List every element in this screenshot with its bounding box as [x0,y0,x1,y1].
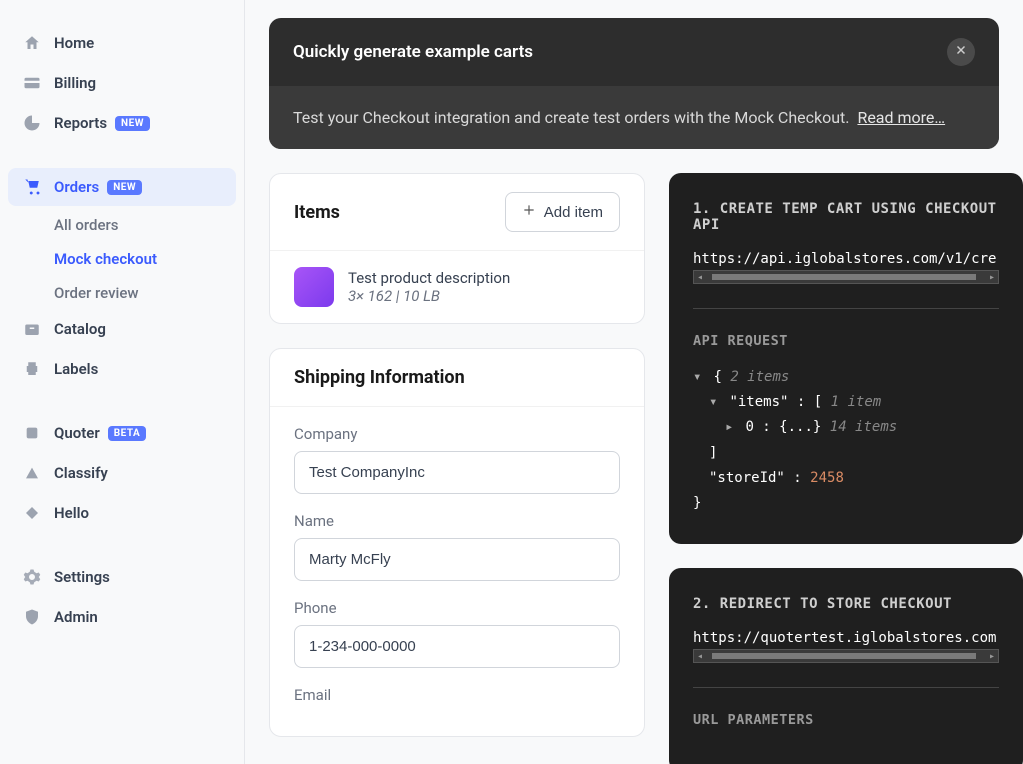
api1-url: https://api.iglobalstores.com/v1/cre [693,251,999,267]
sidebar-item-label: Home [54,34,94,52]
caret-down-icon[interactable] [693,365,705,390]
email-label: Email [294,686,620,704]
sidebar-item-hello[interactable]: Hello [8,494,236,532]
company-label: Company [294,425,620,443]
scroll-left-icon: ◂ [694,651,706,662]
item-name: Test product description [348,269,510,287]
beta-badge: BETA [108,426,147,441]
main-content: Quickly generate example carts Test your… [245,0,1023,764]
new-badge: NEW [115,116,150,131]
sidebar-item-orders[interactable]: Orders NEW [8,168,236,206]
items-card: Items Add item Test product description … [269,173,645,324]
triangle-icon [22,463,42,483]
close-button[interactable] [947,38,975,66]
sidebar-item-label: Quoter [54,424,100,442]
sidebar-item-reports[interactable]: Reports NEW [8,104,236,142]
print-icon [22,359,42,379]
card-icon [22,73,42,93]
close-icon [954,43,968,61]
item-row[interactable]: Test product description 3× 162 | 10 LB [270,251,644,323]
shipping-title: Shipping Information [294,367,465,388]
sidebar-item-labels[interactable]: Labels [8,350,236,388]
api2-heading: 2. REDIRECT TO STORE CHECKOUT [693,596,999,612]
name-label: Name [294,512,620,530]
sidebar-item-label: Admin [54,608,98,626]
scroll-left-icon: ◂ [694,272,706,283]
add-item-button[interactable]: Add item [505,192,620,232]
sidebar-item-admin[interactable]: Admin [8,598,236,636]
sidebar-item-billing[interactable]: Billing [8,64,236,102]
sidebar-item-label: Settings [54,568,110,586]
sidebar-item-home[interactable]: Home [8,24,236,62]
scroll-right-icon: ▸ [986,651,998,662]
sidebar-item-label: Catalog [54,320,106,338]
scrollbar-thumb[interactable] [712,653,976,659]
caret-down-icon[interactable] [709,390,721,415]
sidebar-item-label: Labels [54,360,98,378]
home-icon [22,33,42,53]
items-title: Items [294,202,340,223]
new-badge: NEW [107,180,142,195]
horizontal-scrollbar[interactable]: ◂ ▸ [693,649,999,663]
sidebar: Home Billing Reports NEW Orders NEW All … [0,0,245,764]
shipping-card: Shipping Information Company Name Phone … [269,348,645,737]
name-input[interactable] [294,538,620,581]
add-item-label: Add item [544,204,603,221]
shield-icon [22,607,42,627]
scroll-right-icon: ▸ [986,272,998,283]
horizontal-scrollbar[interactable]: ◂ ▸ [693,270,999,284]
api2-sub: URL PARAMETERS [693,712,999,728]
sidebar-item-label: Reports [54,114,107,132]
json-tree[interactable]: { 2 items "items" : [ 1 item 0 : {...} 1… [693,365,999,516]
sidebar-item-settings[interactable]: Settings [8,558,236,596]
scrollbar-thumb[interactable] [712,274,976,280]
api2-url: https://quotertest.iglobalstores.com [693,630,999,646]
caret-right-icon[interactable] [725,415,737,440]
gear-icon [22,567,42,587]
sidebar-item-classify[interactable]: Classify [8,454,236,492]
sidebar-item-label: Orders [54,178,99,196]
item-thumbnail [294,267,334,307]
banner-title: Quickly generate example carts [293,42,533,62]
square-icon [22,423,42,443]
diamond-icon [22,503,42,523]
cart-icon [22,177,42,197]
banner-link[interactable]: Read more… [857,108,945,127]
banner: Quickly generate example carts Test your… [269,18,999,149]
sidebar-item-quoter[interactable]: Quoter BETA [8,414,236,452]
sidebar-item-label: Classify [54,464,108,482]
api1-heading: 1. CREATE TEMP CART USING CHECKOUT API [693,201,999,233]
sidebar-item-catalog[interactable]: Catalog [8,310,236,348]
api1-sub: API REQUEST [693,333,999,349]
archive-icon [22,319,42,339]
phone-input[interactable] [294,625,620,668]
sidebar-sub-mock-checkout[interactable]: Mock checkout [8,242,236,276]
company-input[interactable] [294,451,620,494]
phone-label: Phone [294,599,620,617]
plus-icon [522,203,536,221]
sidebar-sub-order-review[interactable]: Order review [8,276,236,310]
pie-icon [22,113,42,133]
sidebar-item-label: Billing [54,74,96,92]
item-meta: 3× 162 | 10 LB [348,287,510,305]
sidebar-sub-all-orders[interactable]: All orders [8,208,236,242]
api-panel-1: 1. CREATE TEMP CART USING CHECKOUT API h… [669,173,1023,544]
banner-text: Test your Checkout integration and creat… [293,108,850,127]
sidebar-item-label: Hello [54,504,89,522]
api-panel-2: 2. REDIRECT TO STORE CHECKOUT https://qu… [669,568,1023,764]
